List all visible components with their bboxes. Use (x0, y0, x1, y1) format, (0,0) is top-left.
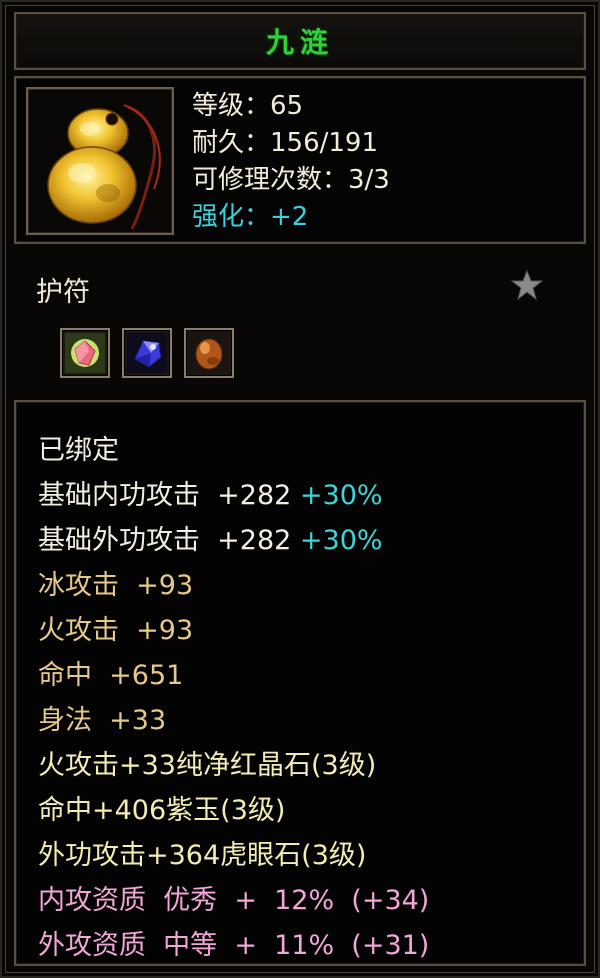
base-outer-attack-value: 基础外功攻击 +282 (38, 525, 292, 556)
item-properties-panel: 已绑定 基础内功攻击 +282 +30% 基础外功攻击 +282 +30% 冰攻… (14, 400, 586, 966)
base-inner-attack: 基础内功攻击 +282 +30% (38, 473, 383, 512)
outer-attack-aptitude: 外攻资质 中等 + 11% (+31) (38, 930, 430, 961)
pink-crystal-gem-icon (65, 333, 105, 373)
item-icon-slot[interactable] (26, 87, 174, 235)
item-stats: 等级：65 耐久：156/191 可修理次数：3/3 强化：+2 (192, 88, 390, 236)
base-inner-attack-value: 基础内功攻击 +282 (38, 480, 292, 511)
socket-gem-1[interactable] (60, 328, 110, 378)
jade-amulet-icon (47, 104, 161, 230)
fire-attack: 火攻击 +93 (38, 615, 194, 646)
item-title-bar: 九涟 (14, 12, 586, 70)
item-header: 等级：65 耐久：156/191 可修理次数：3/3 强化：+2 (14, 76, 586, 244)
socket-bonus-2: 命中+406紫玉(3级) (38, 795, 286, 826)
accuracy: 命中 +651 (38, 660, 184, 691)
base-outer-attack: 基础外功攻击 +282 +30% (38, 518, 383, 557)
item-name: 九涟 (265, 26, 334, 59)
socket-bonus-3: 外功攻击+364虎眼石(3级) (38, 840, 367, 871)
inner-attack-aptitude: 内攻资质 优秀 + 12% (+34) (38, 885, 430, 916)
ice-attack: 冰攻击 +93 (38, 570, 194, 601)
agility: 身法 +33 (38, 705, 167, 736)
socket-gem-2[interactable] (122, 328, 172, 378)
star-icon[interactable] (510, 268, 544, 302)
item-tooltip: 九涟 等级：65 耐久：156/191 可修理次数：3/3 强化：+2 护符 已… (0, 0, 600, 978)
socket-gem-3[interactable] (184, 328, 234, 378)
bound-status: 已绑定 (38, 435, 119, 466)
base-outer-attack-bonus: +30% (299, 525, 383, 556)
socket-bonus-1: 火攻击+33纯净红晶石(3级) (38, 750, 377, 781)
tiger-eye-gem-icon (189, 333, 229, 373)
level-text: 等级：65 (192, 91, 304, 121)
repair-count-text: 可修理次数：3/3 (192, 165, 390, 195)
item-type: 护符 (36, 277, 90, 308)
enhance-level-text: 强化：+2 (192, 202, 309, 232)
purple-jade-gem-icon (127, 333, 167, 373)
durability-text: 耐久：156/191 (192, 128, 379, 158)
base-inner-attack-bonus: +30% (299, 480, 383, 511)
